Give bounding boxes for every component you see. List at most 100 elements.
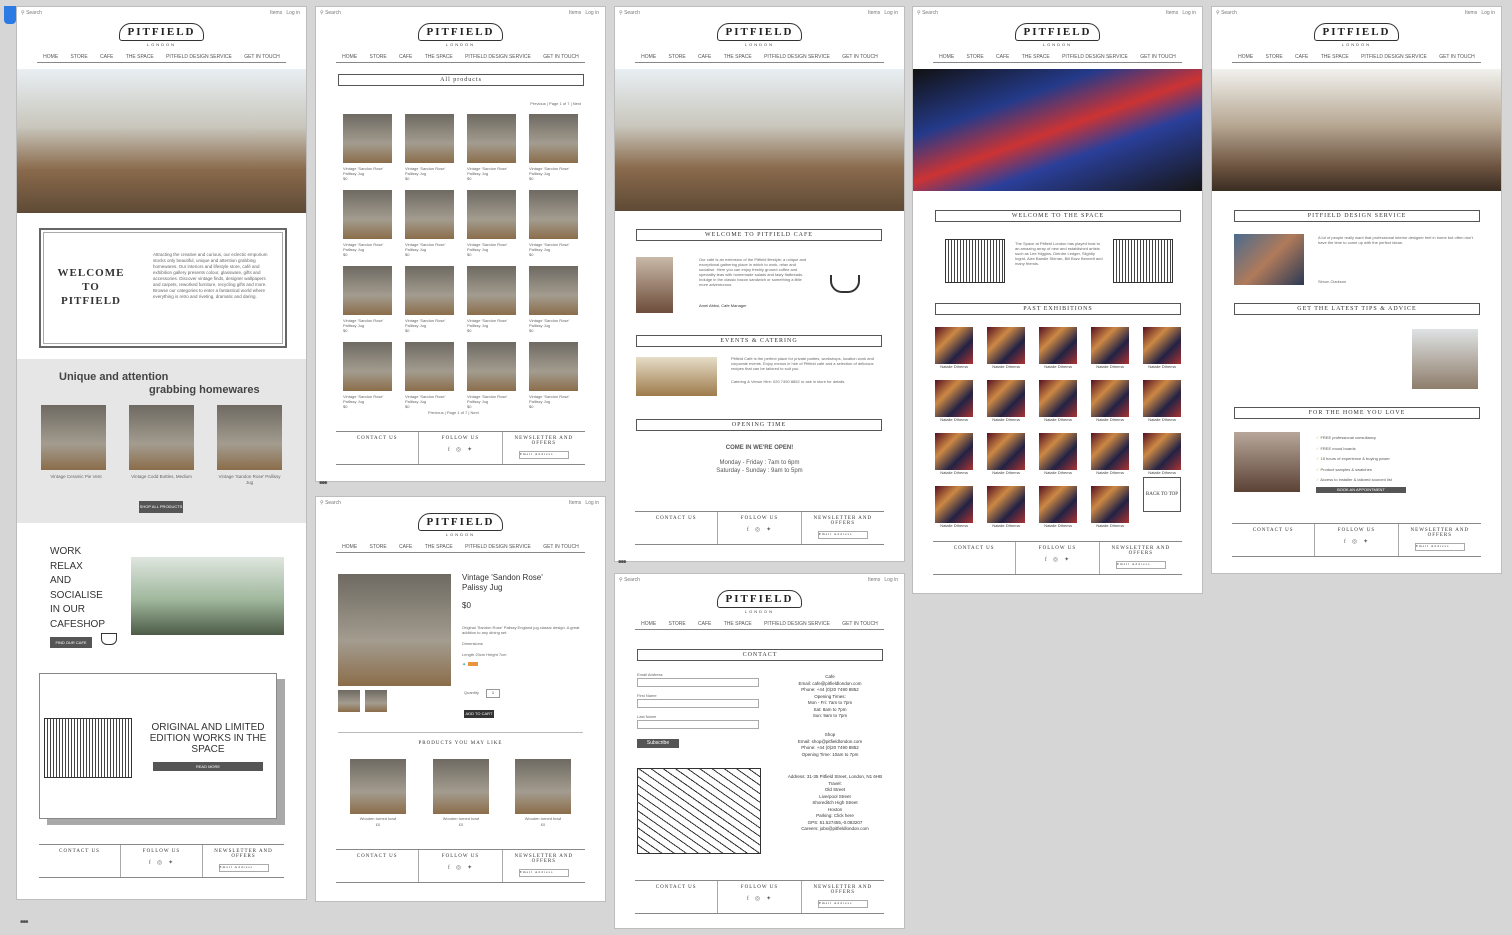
subscribe-button[interactable]: Subscribe <box>637 739 679 748</box>
product-image[interactable] <box>343 342 392 391</box>
nav-home[interactable]: HOME <box>342 54 357 60</box>
login-link[interactable]: Log in <box>286 10 300 16</box>
search-link[interactable]: ⚲ Search <box>320 10 341 16</box>
nav-store[interactable]: STORE <box>71 54 88 60</box>
basket-link[interactable]: Items <box>1166 10 1178 16</box>
nav-space[interactable]: THE SPACE <box>425 54 453 60</box>
social-icons[interactable]: f ◎ ✦ <box>1315 538 1397 545</box>
nav-contact[interactable]: GET IN TOUCH <box>842 621 878 627</box>
search-link[interactable]: ⚲ Search <box>619 10 640 16</box>
nav-space[interactable]: THE SPACE <box>1321 54 1349 60</box>
pager-top[interactable]: Previous | Page 1 of 7 | Next <box>530 101 581 107</box>
map-image[interactable] <box>637 768 761 854</box>
nav-design[interactable]: PITFIELD DESIGN SERVICE <box>465 54 531 60</box>
product-image[interactable] <box>405 114 454 163</box>
search-link[interactable]: ⚲ Search <box>21 10 42 16</box>
nav-design[interactable]: PITFIELD DESIGN SERVICE <box>764 621 830 627</box>
exhibition-card[interactable]: Natalie Dthema <box>1039 486 1077 528</box>
nav-cafe[interactable]: CAFE <box>698 621 711 627</box>
product-card[interactable]: Vintage 'Sandon Rose' Pallissy Jug $0 <box>343 190 392 258</box>
more-dots[interactable]: ••• <box>20 917 28 928</box>
product-image[interactable] <box>529 190 578 239</box>
product-card[interactable]: Vintage 'Sandon Rose' Pallissy Jug $0 <box>467 342 516 410</box>
nav-cafe[interactable]: CAFE <box>399 544 412 550</box>
product-card[interactable]: Vintage 'Sandon Rose' Pallissy Jug $0 <box>467 266 516 334</box>
newsletter-field[interactable]: Email Address <box>1414 543 1465 551</box>
social-icons[interactable]: f ◎ ✦ <box>1016 556 1098 563</box>
product-name[interactable]: Vintage 'Sandon Rose' Pallissy Jug <box>405 318 454 328</box>
exhibition-image[interactable] <box>935 486 973 523</box>
first-name-field[interactable] <box>637 699 759 708</box>
social-icons[interactable]: f ◎ ✦ <box>121 859 202 866</box>
product-image[interactable] <box>405 266 454 315</box>
product-thumbnail[interactable] <box>338 690 360 712</box>
exhibition-image[interactable] <box>935 380 973 417</box>
nav-contact[interactable]: GET IN TOUCH <box>543 54 579 60</box>
back-to-top-button[interactable]: BACK TO TOP <box>1143 477 1181 512</box>
product-image[interactable] <box>529 342 578 391</box>
newsletter-field[interactable]: Email Address <box>518 451 569 459</box>
exhibition-image[interactable] <box>987 327 1025 364</box>
exhibition-card[interactable]: Natalie Dthema <box>935 486 973 528</box>
basket-link[interactable]: Items <box>569 500 581 506</box>
nav-store[interactable]: STORE <box>669 54 686 60</box>
exhibition-card[interactable]: Natalie Dthema <box>1143 433 1181 475</box>
product-name[interactable]: Vintage 'Sandon Rose' Pallissy Jug <box>467 318 516 328</box>
nav-design[interactable]: PITFIELD DESIGN SERVICE <box>465 544 531 550</box>
product-image[interactable] <box>467 190 516 239</box>
product-name[interactable]: Vintage Codd Bottles, Medium <box>129 474 194 480</box>
product-name[interactable]: Vintage 'Sandon Rose' Pallissy Jug <box>529 166 578 176</box>
product-name[interactable]: Vintage 'Sandon Rose' Pallissy Jug <box>343 166 392 176</box>
basket-link[interactable]: Items <box>868 10 880 16</box>
nav-store[interactable]: STORE <box>370 544 387 550</box>
exhibition-card[interactable]: Natalie Dthema <box>987 380 1025 422</box>
book-appointment-button[interactable]: BOOK AN APPOINTMENT <box>1316 487 1406 493</box>
search-link[interactable]: ⚲ Search <box>1216 10 1237 16</box>
exhibition-card[interactable]: Natalie Dthema <box>1091 433 1129 475</box>
quantity-input[interactable]: 1 <box>486 689 500 698</box>
product-image[interactable] <box>467 266 516 315</box>
product-card[interactable]: Vintage 'Sandon Rose' Pallissy Jug $0 <box>529 114 578 182</box>
exhibition-image[interactable] <box>1039 380 1077 417</box>
product-name[interactable]: Vintage 'Sandon Rose' Pallissy Jug <box>343 394 392 404</box>
newsletter-field[interactable]: Email Address <box>817 531 868 539</box>
exhibition-image[interactable] <box>987 486 1025 523</box>
nav-store[interactable]: STORE <box>669 621 686 627</box>
product-name[interactable]: Vintage Ceramic Pie Vent <box>41 474 111 480</box>
product-name[interactable]: Vintage 'Sandon Rose' Pallissy Jug <box>405 242 454 252</box>
nav-design[interactable]: PITFIELD DESIGN SERVICE <box>166 54 232 60</box>
product-name[interactable]: Vintage 'Sandon Rose' Pallissy Jug <box>529 242 578 252</box>
newsletter-field[interactable]: Email Address <box>817 900 868 908</box>
social-icons[interactable]: f ◎ ✦ <box>419 446 501 453</box>
product-card[interactable]: Vintage 'Sandon Rose' Pallissy Jug $0 <box>343 114 392 182</box>
related-image[interactable] <box>350 759 406 814</box>
exhibition-card[interactable]: Natalie Dthema <box>987 486 1025 528</box>
logo[interactable]: PITFIELD LONDON <box>913 22 1202 52</box>
product-image[interactable] <box>529 114 578 163</box>
nav-cafe[interactable]: CAFE <box>399 54 412 60</box>
logo[interactable]: PITFIELD LONDON <box>316 22 605 52</box>
nav-cafe[interactable]: CAFE <box>1295 54 1308 60</box>
basket-link[interactable]: Items <box>569 10 581 16</box>
nav-space[interactable]: THE SPACE <box>126 54 154 60</box>
find-cafe-button[interactable]: FIND OUR CAFE <box>50 637 92 648</box>
product-card[interactable]: Vintage 'Sandon Rose' Pallissy Jug $0 <box>405 114 454 182</box>
exhibition-image[interactable] <box>1143 380 1181 417</box>
exhibition-image[interactable] <box>987 433 1025 470</box>
search-link[interactable]: ⚲ Search <box>917 10 938 16</box>
exhibition-card[interactable]: Natalie Dthema <box>1039 433 1077 475</box>
nav-space[interactable]: THE SPACE <box>1022 54 1050 60</box>
exhibition-image[interactable] <box>1091 327 1129 364</box>
nav-contact[interactable]: GET IN TOUCH <box>244 54 280 60</box>
add-to-cart-button[interactable]: ADD TO CART <box>464 710 494 718</box>
nav-store[interactable]: STORE <box>967 54 984 60</box>
product-image[interactable] <box>129 405 194 470</box>
product-name[interactable]: Vintage 'Sandon Rose' Pallissy Jug <box>405 394 454 404</box>
nav-home[interactable]: HOME <box>43 54 58 60</box>
exhibition-image[interactable] <box>1091 433 1129 470</box>
exhibition-card[interactable]: Natalie Dthema <box>935 433 973 475</box>
nav-home[interactable]: HOME <box>1238 54 1253 60</box>
exhibition-card[interactable]: Natalie Dthema <box>1039 380 1077 422</box>
logo[interactable]: PITFIELD LONDON <box>316 512 605 542</box>
product-image[interactable] <box>343 266 392 315</box>
